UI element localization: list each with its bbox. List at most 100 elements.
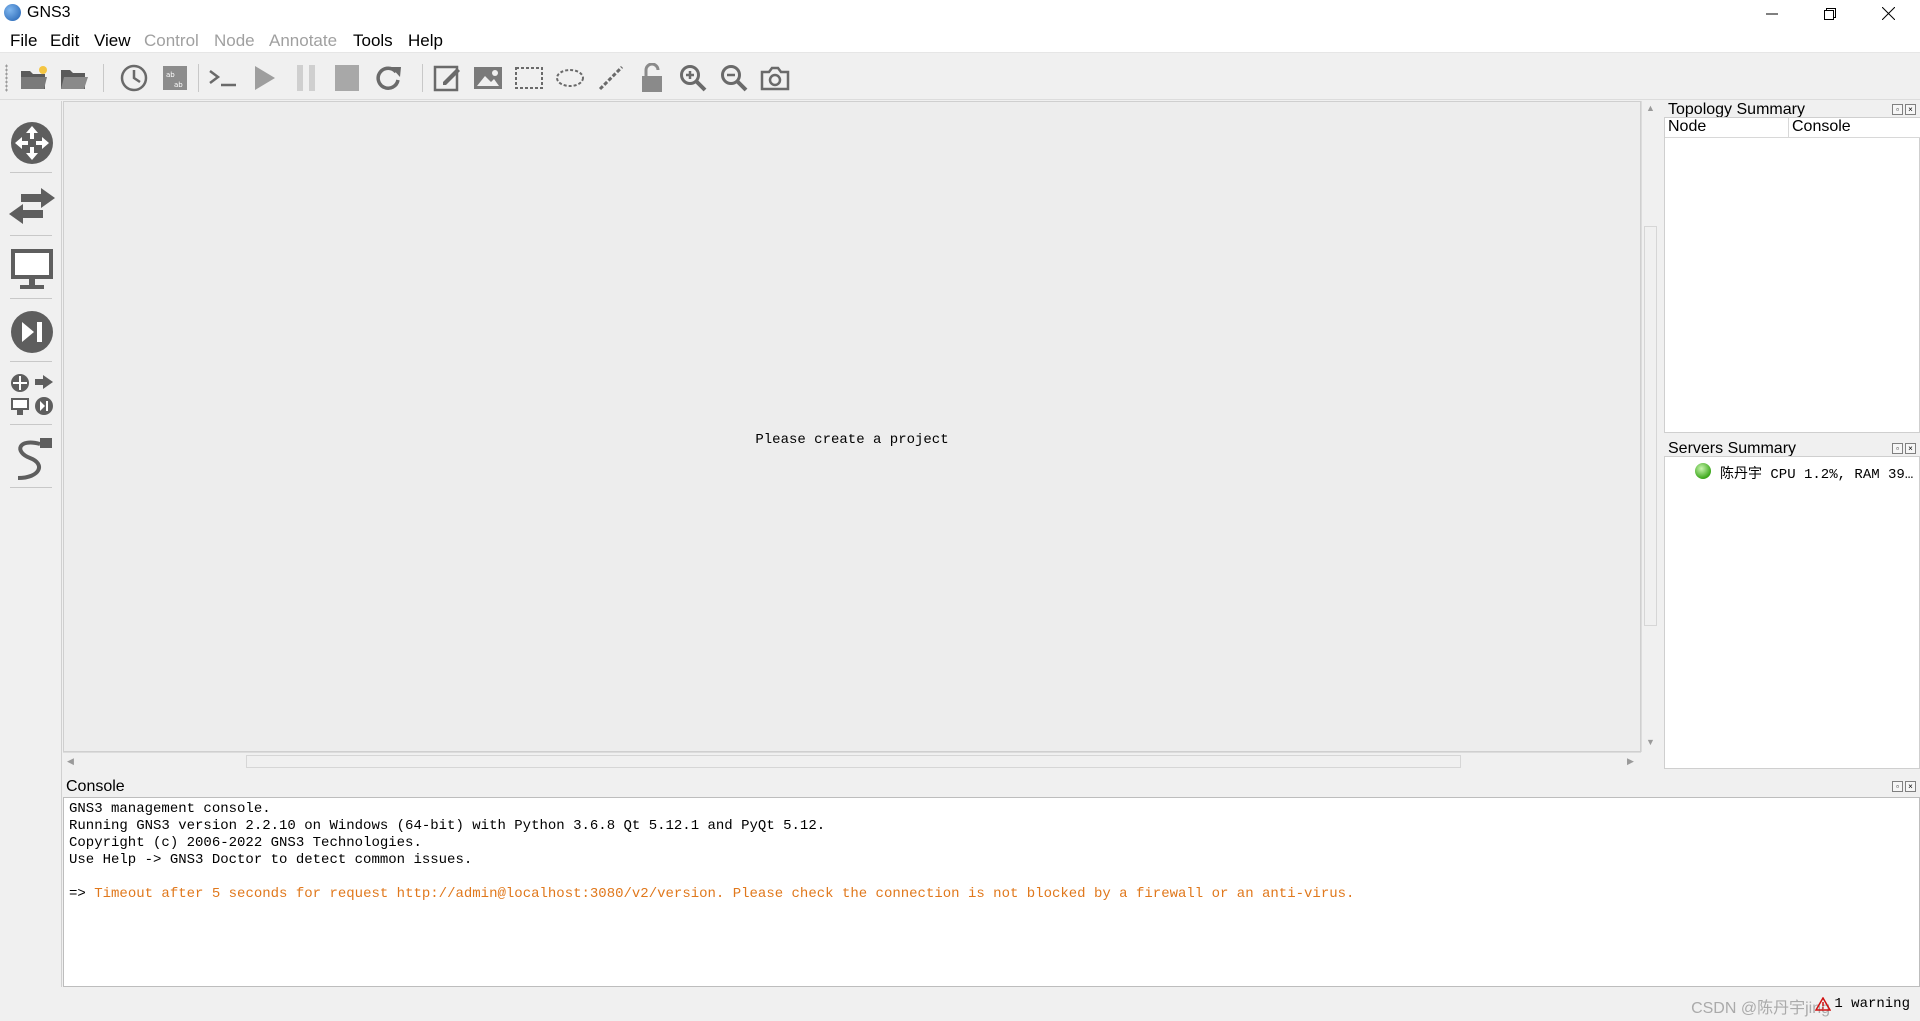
close-icon xyxy=(1881,7,1895,20)
new-project-icon xyxy=(21,66,47,89)
snapshot-button[interactable] xyxy=(118,62,150,94)
menu-edit[interactable]: Edit xyxy=(50,31,79,51)
menu-help[interactable]: Help xyxy=(408,31,443,51)
insert-picture-button[interactable] xyxy=(472,62,504,94)
zoom-out-button[interactable] xyxy=(718,62,750,94)
show-interface-labels-button[interactable]: ab ab xyxy=(159,62,191,94)
end-devices-button[interactable] xyxy=(8,245,56,293)
new-project-button[interactable] xyxy=(18,62,50,94)
suspend-all-button[interactable] xyxy=(290,62,322,94)
screenshot-button[interactable] xyxy=(759,62,791,94)
console-output[interactable]: GNS3 management console. Running GNS3 ve… xyxy=(63,797,1920,987)
open-project-button[interactable] xyxy=(58,62,90,94)
routers-button[interactable] xyxy=(8,119,56,167)
vertical-scroll-thumb[interactable] xyxy=(1644,226,1657,626)
console-prompt: => xyxy=(69,886,95,902)
dock-separator xyxy=(10,361,52,362)
lock-unlock-icon xyxy=(642,63,662,92)
menu-node[interactable]: Node xyxy=(214,31,255,51)
console-line: Copyright (c) 2006-2022 GNS3 Technologie… xyxy=(69,835,422,851)
draw-rectangle-icon xyxy=(515,67,543,89)
scroll-up-icon[interactable]: ▲ xyxy=(1646,103,1655,113)
scroll-right-icon[interactable]: ▶ xyxy=(1627,756,1634,767)
minimize-button[interactable] xyxy=(1743,0,1801,27)
close-button[interactable] xyxy=(1859,0,1917,27)
topology-summary-panel: Node Console xyxy=(1664,117,1920,433)
column-header-node[interactable]: Node xyxy=(1665,118,1789,138)
canvas-horizontal-scrollbar[interactable]: ◀ ▶ xyxy=(63,752,1641,769)
snapshot-icon xyxy=(120,64,148,92)
menu-view[interactable]: View xyxy=(94,31,131,51)
toolbar-grip[interactable] xyxy=(5,64,8,92)
switches-button[interactable] xyxy=(8,182,56,230)
dock-separator xyxy=(10,298,52,299)
scroll-left-icon[interactable]: ◀ xyxy=(67,756,74,767)
reload-all-button[interactable] xyxy=(372,62,404,94)
dock-separator xyxy=(10,487,52,488)
all-devices-button[interactable] xyxy=(8,371,56,419)
lock-unlock-button[interactable] xyxy=(636,62,668,94)
topology-canvas[interactable]: Please create a project xyxy=(63,101,1641,752)
warning-icon xyxy=(1815,997,1832,1011)
security-devices-icon xyxy=(11,311,53,353)
column-header-console[interactable]: Console xyxy=(1789,118,1920,138)
title-bar: GNS3 xyxy=(0,0,1920,27)
console-line: GNS3 management console. xyxy=(69,801,271,817)
console-line: Running GNS3 version 2.2.10 on Windows (… xyxy=(69,818,826,834)
watermark-text: CSDN @陈丹宇jing xyxy=(1691,1000,1830,1017)
float-dock-icon[interactable]: ▫ xyxy=(1892,443,1903,454)
draw-line-icon xyxy=(598,65,624,91)
warning-status[interactable]: 1 warning xyxy=(1815,996,1910,1012)
insert-picture-icon xyxy=(474,67,502,89)
restore-icon xyxy=(1824,7,1836,20)
window-title: GNS3 xyxy=(27,4,71,21)
status-bar: CSDN @陈丹宇jing 1 warning xyxy=(0,987,1920,1021)
float-dock-icon[interactable]: ▫ xyxy=(1892,104,1903,115)
scroll-down-icon[interactable]: ▼ xyxy=(1646,737,1655,747)
open-project-icon xyxy=(61,70,88,89)
restore-button[interactable] xyxy=(1801,0,1859,27)
float-dock-icon[interactable]: ▫ xyxy=(1892,781,1903,792)
menu-tools[interactable]: Tools xyxy=(353,31,393,51)
toolbar-separator xyxy=(198,64,199,92)
close-dock-icon[interactable]: × xyxy=(1905,781,1916,792)
zoom-out-icon xyxy=(721,65,748,92)
horizontal-scroll-thumb[interactable] xyxy=(246,755,1461,768)
toolbar-separator xyxy=(103,64,104,92)
device-dock xyxy=(0,101,62,987)
server-status-icon xyxy=(1695,463,1711,479)
draw-line-button[interactable] xyxy=(595,62,627,94)
console-warning-line: => Timeout after 5 seconds for request h… xyxy=(69,886,1914,903)
stop-all-icon xyxy=(335,65,359,91)
console-line: Use Help -> GNS3 Doctor to detect common… xyxy=(69,852,473,868)
draw-ellipse-button[interactable] xyxy=(554,62,586,94)
console-dock-controls: ▫ × xyxy=(1892,781,1916,792)
draw-rectangle-button[interactable] xyxy=(513,62,545,94)
zoom-in-button[interactable] xyxy=(677,62,709,94)
menu-file[interactable]: File xyxy=(10,31,37,51)
start-all-button[interactable] xyxy=(249,62,281,94)
console-all-button[interactable] xyxy=(207,62,239,94)
screenshot-icon xyxy=(760,66,790,91)
stop-all-button[interactable] xyxy=(331,62,363,94)
minimize-icon xyxy=(1766,13,1778,14)
servers-summary-dock-controls: ▫ × xyxy=(1892,443,1916,454)
draw-ellipse-icon xyxy=(556,69,584,87)
close-dock-icon[interactable]: × xyxy=(1905,104,1916,115)
servers-summary-panel: 陈丹宇 CPU 1.2%, RAM 39… xyxy=(1664,456,1920,769)
add-link-button[interactable] xyxy=(8,434,56,482)
warning-count: 1 warning xyxy=(1834,996,1910,1012)
toolbar-separator xyxy=(422,64,423,92)
start-all-icon xyxy=(255,66,275,90)
routers-icon xyxy=(11,122,53,164)
dock-separator xyxy=(10,235,52,236)
all-devices-icon xyxy=(11,374,53,415)
canvas-vertical-scrollbar[interactable]: ▲ ▼ xyxy=(1641,101,1658,752)
security-devices-button[interactable] xyxy=(8,308,56,356)
menu-annotate[interactable]: Annotate xyxy=(269,31,337,51)
switches-icon xyxy=(9,188,55,224)
add-note-button[interactable] xyxy=(431,62,463,94)
close-dock-icon[interactable]: × xyxy=(1905,443,1916,454)
menu-control[interactable]: Control xyxy=(144,31,199,51)
